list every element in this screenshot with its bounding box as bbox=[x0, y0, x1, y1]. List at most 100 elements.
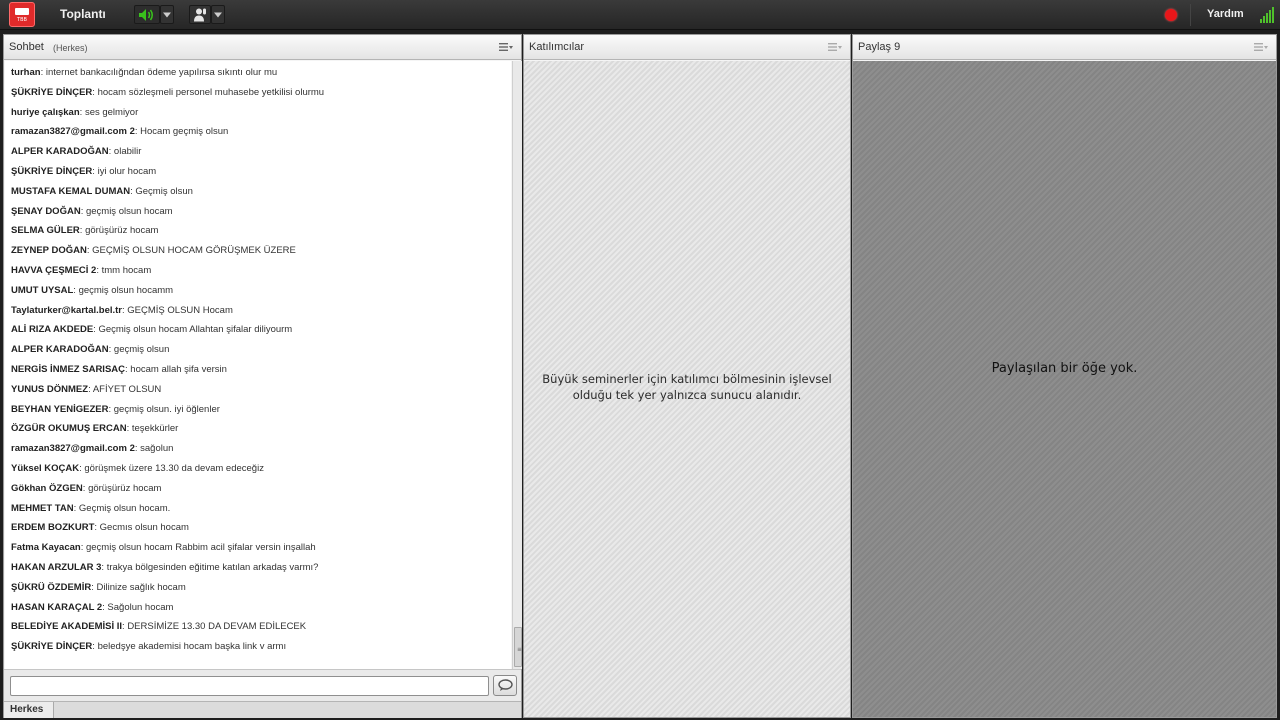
share-title: Paylaş 9 bbox=[858, 41, 901, 53]
participants-info-line-1: Büyük seminerler için katılımcı bölmesin… bbox=[542, 372, 832, 386]
chat-message: ŞENAY DOĞAN: geçmiş olsun hocam bbox=[11, 206, 173, 222]
chat-message: BELEDİYE AKADEMİSİ II: DERSİMİZE 13.30 D… bbox=[11, 621, 306, 637]
panel-menu-icon[interactable] bbox=[1254, 42, 1268, 52]
participants-pod-header: Katılımcılar bbox=[524, 35, 850, 60]
chat-message-sender: MEHMET TAN bbox=[11, 502, 74, 514]
connection-signal-icon bbox=[1260, 6, 1276, 23]
chat-message: turhan: internet bankacılığndan ödeme ya… bbox=[11, 67, 277, 83]
panel-menu-icon[interactable] bbox=[499, 42, 513, 52]
chat-message: ÖZGÜR OKUMUŞ ERCAN: teşekkürler bbox=[11, 423, 178, 439]
speaker-options-button[interactable] bbox=[160, 5, 174, 24]
chat-message: HAVVA ÇEŞMECİ 2: tmm hocam bbox=[11, 265, 151, 281]
chat-message-input[interactable] bbox=[10, 676, 489, 696]
chat-message: ALPER KARADOĞAN: geçmiş olsun bbox=[11, 344, 169, 360]
chat-message-text: görüşmek üzere 13.30 da devam edeceğiz bbox=[84, 463, 264, 474]
chat-message-sender: turhan bbox=[11, 67, 41, 78]
chevron-down-icon bbox=[214, 12, 222, 17]
chat-message-sender: HAVVA ÇEŞMECİ 2 bbox=[11, 265, 97, 276]
chat-message-sender: huriye çalışkan bbox=[11, 106, 80, 118]
speaker-icon bbox=[139, 8, 153, 21]
chat-messages[interactable]: turhan: internet bankacılığndan ödeme ya… bbox=[5, 61, 511, 669]
chat-message: ŞÜKRİYE DİNÇER: hocam sözleşmeli persone… bbox=[11, 87, 324, 103]
chat-tab-everyone[interactable]: Herkes bbox=[4, 702, 54, 718]
chat-message-text: GEÇMİŞ OLSUN HOCAM GÖRÜŞMEK ÜZERE bbox=[92, 245, 296, 257]
chat-message-text: geçmiş olsun. iyi öğlenler bbox=[113, 403, 220, 415]
chat-message: huriye çalışkan: ses gelmiyor bbox=[11, 107, 138, 123]
chat-scope: (Herkes) bbox=[53, 43, 88, 53]
chat-pod: Sohbet (Herkes) turhan: internet bankacı… bbox=[3, 34, 522, 718]
chat-message-sender: ramazan3827@gmail.com 2 bbox=[11, 443, 135, 455]
recording-indicator[interactable] bbox=[1165, 9, 1177, 21]
chat-message: NERGİS İNMEZ SARISAÇ: hocam allah şifa v… bbox=[11, 364, 227, 380]
chat-scrollbar[interactable]: ≡ bbox=[512, 61, 522, 669]
chat-message: ŞÜKRİYE DİNÇER: beledşye akademisi hocam… bbox=[11, 641, 286, 657]
microphone-options-button[interactable] bbox=[211, 5, 225, 24]
app-logo: TBB bbox=[9, 2, 35, 27]
chat-message-text: DERSİMİZE 13.30 DA DEVAM EDİLECEK bbox=[127, 621, 307, 633]
chat-message-text: GEÇMİŞ OLSUN Hocam bbox=[127, 304, 233, 316]
toolbar-divider bbox=[1190, 4, 1191, 26]
help-menu[interactable]: Yardım bbox=[1207, 8, 1244, 20]
chat-message-text: trakya bölgesinden eğitime katılan arkad… bbox=[106, 562, 319, 573]
chat-message-text: Geçmiş olsun hocam Allahtan şifalar dili… bbox=[98, 324, 293, 336]
chat-message-text: Dilinize sağlık hocam bbox=[96, 581, 186, 593]
scroll-grip-icon: ≡ bbox=[517, 646, 523, 653]
chat-scrollbar-thumb[interactable]: ≡ bbox=[514, 627, 522, 667]
chat-message-sender: HASAN KARAÇAL 2 bbox=[11, 601, 103, 613]
meeting-menu[interactable]: Toplantı bbox=[60, 7, 106, 21]
chat-message-text: Gecmıs olsun hocam bbox=[99, 522, 189, 534]
chat-message-text: Hocam geçmiş olsun bbox=[140, 126, 229, 138]
chat-message-text: hocam sözleşmeli personel muhasebe yetki… bbox=[97, 86, 325, 98]
chat-message: UMUT UYSAL: geçmiş olsun hocamm bbox=[11, 285, 173, 301]
share-pod: Paylaş 9 Paylaşılan bir öğe yok. bbox=[852, 34, 1277, 718]
chat-message-sender: ramazan3827@gmail.com 2 bbox=[11, 126, 135, 138]
chat-message-text: teşekkürler bbox=[131, 423, 179, 435]
chat-message-sender: ALPER KARADOĞAN bbox=[11, 146, 109, 158]
chat-message-sender: ALPER KARADOĞAN bbox=[11, 344, 109, 356]
panel-menu-icon[interactable] bbox=[828, 42, 842, 52]
chat-message-text: geçmiş olsun hocam Rabbim acil şifalar v… bbox=[85, 542, 316, 554]
chat-message-text: AFİYET OLSUN bbox=[92, 383, 162, 395]
chat-pod-header: Sohbet (Herkes) bbox=[4, 35, 521, 60]
chat-message-text: geçmiş olsun hocam bbox=[85, 205, 173, 217]
microphone-button[interactable] bbox=[189, 5, 211, 24]
chat-message-sender: BEYHAN YENİGEZER bbox=[11, 403, 109, 415]
chat-message-text: iyi olur hocam bbox=[97, 166, 157, 177]
microphone-user-icon bbox=[194, 8, 206, 21]
chat-message: ramazan3827@gmail.com 2: sağolun bbox=[11, 443, 173, 459]
chat-message-text: geçmiş olsun hocamm bbox=[78, 284, 174, 296]
participants-title: Katılımcılar bbox=[529, 41, 585, 53]
chat-message-text: geçmiş olsun bbox=[113, 344, 170, 356]
chat-message-sender: YUNUS DÖNMEZ bbox=[11, 383, 89, 395]
chat-message: Fatma Kayacan: geçmiş olsun hocam Rabbim… bbox=[11, 542, 316, 558]
chat-message: ALPER KARADOĞAN: olabilir bbox=[11, 146, 141, 162]
chat-message: Yüksel KOÇAK: görüşmek üzere 13.30 da de… bbox=[11, 463, 264, 479]
chat-message-text: Geçmiş olsun hocam. bbox=[78, 502, 171, 514]
logo-shape bbox=[15, 8, 29, 15]
chat-message-sender: ZEYNEP DOĞAN bbox=[11, 245, 87, 257]
chat-message-sender: ERDEM BOZKURT bbox=[11, 522, 95, 534]
chat-message-sender: MUSTAFA KEMAL DUMAN bbox=[11, 185, 131, 197]
chat-message: ERDEM BOZKURT: Gecmıs olsun hocam bbox=[11, 522, 189, 538]
participants-body: Büyük seminerler için katılımcı bölmesin… bbox=[524, 61, 850, 717]
chat-message: ŞÜKRİYE DİNÇER: iyi olur hocam bbox=[11, 166, 156, 182]
chat-message: HAKAN ARZULAR 3: trakya bölgesinden eğit… bbox=[11, 562, 318, 578]
chat-message-sender: BELEDİYE AKADEMİSİ II bbox=[11, 621, 123, 633]
chat-message-text: görüşürüz hocam bbox=[85, 225, 159, 237]
participants-pod: Katılımcılar Büyük seminerler için katıl… bbox=[523, 34, 851, 718]
logo-text: TBB bbox=[17, 17, 27, 23]
chat-message-text: Sağolun hocam bbox=[107, 601, 174, 613]
chat-message-sender: ALİ RIZA AKDEDE bbox=[11, 324, 94, 336]
participants-info-message: Büyük seminerler için katılımcı bölmesin… bbox=[524, 371, 850, 403]
chat-message-text: sağolun bbox=[140, 443, 174, 455]
chat-message: YUNUS DÖNMEZ: AFİYET OLSUN bbox=[11, 384, 161, 400]
chat-message-text: ses gelmiyor bbox=[84, 106, 139, 118]
chat-message-sender: Taylaturker@kartal.bel.tr bbox=[11, 304, 122, 316]
share-empty-message: Paylaşılan bir öğe yok. bbox=[991, 361, 1138, 376]
chat-message: BEYHAN YENİGEZER: geçmiş olsun. iyi öğle… bbox=[11, 404, 220, 420]
speaker-button[interactable] bbox=[134, 5, 160, 24]
send-message-button[interactable] bbox=[493, 675, 517, 696]
chat-tabs: Herkes bbox=[4, 701, 521, 718]
chat-message-text: hocam allah şifa versin bbox=[130, 364, 227, 375]
chat-message-sender: ŞENAY DOĞAN bbox=[11, 205, 81, 217]
